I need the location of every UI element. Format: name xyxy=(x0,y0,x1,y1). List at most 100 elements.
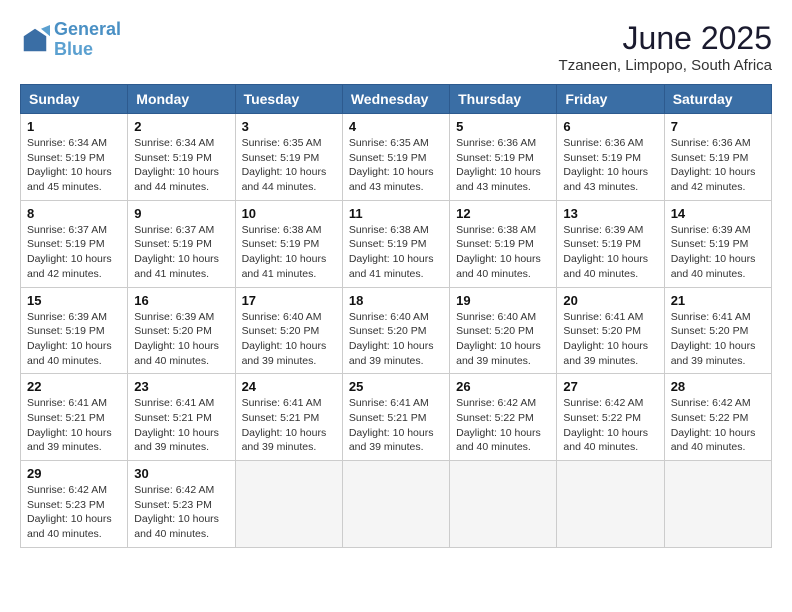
logo-text: General Blue xyxy=(54,20,121,60)
day-number: 1 xyxy=(27,119,121,134)
sunset-label: Sunset: 5:19 PM xyxy=(671,238,749,250)
day-number: 25 xyxy=(349,379,443,394)
sunrise-label: Sunrise: 6:39 AM xyxy=(563,224,643,236)
day-info: Sunrise: 6:42 AM Sunset: 5:22 PM Dayligh… xyxy=(456,396,550,455)
sunrise-label: Sunrise: 6:38 AM xyxy=(242,224,322,236)
daylight-label: Daylight: 10 hours and 40 minutes. xyxy=(456,427,541,454)
sunrise-label: Sunrise: 6:40 AM xyxy=(349,311,429,323)
day-info: Sunrise: 6:40 AM Sunset: 5:20 PM Dayligh… xyxy=(456,310,550,369)
daylight-label: Daylight: 10 hours and 43 minutes. xyxy=(456,166,541,193)
sunrise-label: Sunrise: 6:42 AM xyxy=(456,397,536,409)
day-number: 30 xyxy=(134,466,228,481)
sunset-label: Sunset: 5:19 PM xyxy=(349,152,427,164)
day-info: Sunrise: 6:36 AM Sunset: 5:19 PM Dayligh… xyxy=(671,136,765,195)
calendar-cell: 15 Sunrise: 6:39 AM Sunset: 5:19 PM Dayl… xyxy=(21,287,128,374)
calendar-cell: 10 Sunrise: 6:38 AM Sunset: 5:19 PM Dayl… xyxy=(235,200,342,287)
sunset-label: Sunset: 5:19 PM xyxy=(27,238,105,250)
day-info: Sunrise: 6:38 AM Sunset: 5:19 PM Dayligh… xyxy=(456,223,550,282)
calendar-cell: 4 Sunrise: 6:35 AM Sunset: 5:19 PM Dayli… xyxy=(342,114,449,201)
week-row-3: 15 Sunrise: 6:39 AM Sunset: 5:19 PM Dayl… xyxy=(21,287,772,374)
weekday-header-thursday: Thursday xyxy=(450,85,557,114)
day-info: Sunrise: 6:40 AM Sunset: 5:20 PM Dayligh… xyxy=(242,310,336,369)
sunrise-label: Sunrise: 6:41 AM xyxy=(27,397,107,409)
sunset-label: Sunset: 5:21 PM xyxy=(242,412,320,424)
day-number: 22 xyxy=(27,379,121,394)
sunrise-label: Sunrise: 6:36 AM xyxy=(456,137,536,149)
sunrise-label: Sunrise: 6:41 AM xyxy=(563,311,643,323)
logo: General Blue xyxy=(20,20,121,60)
day-info: Sunrise: 6:42 AM Sunset: 5:23 PM Dayligh… xyxy=(27,483,121,542)
calendar-cell: 13 Sunrise: 6:39 AM Sunset: 5:19 PM Dayl… xyxy=(557,200,664,287)
day-info: Sunrise: 6:42 AM Sunset: 5:22 PM Dayligh… xyxy=(563,396,657,455)
daylight-label: Daylight: 10 hours and 40 minutes. xyxy=(563,253,648,280)
calendar-cell: 28 Sunrise: 6:42 AM Sunset: 5:22 PM Dayl… xyxy=(664,374,771,461)
sunrise-label: Sunrise: 6:38 AM xyxy=(456,224,536,236)
calendar-cell: 18 Sunrise: 6:40 AM Sunset: 5:20 PM Dayl… xyxy=(342,287,449,374)
calendar-cell: 27 Sunrise: 6:42 AM Sunset: 5:22 PM Dayl… xyxy=(557,374,664,461)
day-number: 23 xyxy=(134,379,228,394)
weekday-header-wednesday: Wednesday xyxy=(342,85,449,114)
daylight-label: Daylight: 10 hours and 39 minutes. xyxy=(27,427,112,454)
day-number: 29 xyxy=(27,466,121,481)
daylight-label: Daylight: 10 hours and 39 minutes. xyxy=(242,340,327,367)
calendar-cell: 9 Sunrise: 6:37 AM Sunset: 5:19 PM Dayli… xyxy=(128,200,235,287)
weekday-header-sunday: Sunday xyxy=(21,85,128,114)
calendar-cell xyxy=(450,461,557,548)
sunset-label: Sunset: 5:19 PM xyxy=(456,152,534,164)
calendar-cell: 8 Sunrise: 6:37 AM Sunset: 5:19 PM Dayli… xyxy=(21,200,128,287)
day-number: 2 xyxy=(134,119,228,134)
month-title: June 2025 xyxy=(559,20,772,57)
sunset-label: Sunset: 5:19 PM xyxy=(563,238,641,250)
day-info: Sunrise: 6:37 AM Sunset: 5:19 PM Dayligh… xyxy=(27,223,121,282)
sunrise-label: Sunrise: 6:34 AM xyxy=(134,137,214,149)
daylight-label: Daylight: 10 hours and 40 minutes. xyxy=(671,253,756,280)
sunrise-label: Sunrise: 6:40 AM xyxy=(456,311,536,323)
day-number: 26 xyxy=(456,379,550,394)
sunset-label: Sunset: 5:20 PM xyxy=(456,325,534,337)
day-info: Sunrise: 6:36 AM Sunset: 5:19 PM Dayligh… xyxy=(456,136,550,195)
day-info: Sunrise: 6:41 AM Sunset: 5:20 PM Dayligh… xyxy=(671,310,765,369)
day-number: 11 xyxy=(349,206,443,221)
day-info: Sunrise: 6:41 AM Sunset: 5:21 PM Dayligh… xyxy=(242,396,336,455)
title-block: June 2025 Tzaneen, Limpopo, South Africa xyxy=(559,20,772,74)
calendar-cell: 23 Sunrise: 6:41 AM Sunset: 5:21 PM Dayl… xyxy=(128,374,235,461)
sunset-label: Sunset: 5:23 PM xyxy=(27,499,105,511)
day-number: 10 xyxy=(242,206,336,221)
day-number: 6 xyxy=(563,119,657,134)
calendar-cell: 14 Sunrise: 6:39 AM Sunset: 5:19 PM Dayl… xyxy=(664,200,771,287)
sunrise-label: Sunrise: 6:34 AM xyxy=(27,137,107,149)
day-info: Sunrise: 6:35 AM Sunset: 5:19 PM Dayligh… xyxy=(242,136,336,195)
sunrise-label: Sunrise: 6:38 AM xyxy=(349,224,429,236)
day-number: 4 xyxy=(349,119,443,134)
week-row-4: 22 Sunrise: 6:41 AM Sunset: 5:21 PM Dayl… xyxy=(21,374,772,461)
day-info: Sunrise: 6:42 AM Sunset: 5:23 PM Dayligh… xyxy=(134,483,228,542)
day-number: 21 xyxy=(671,293,765,308)
day-number: 20 xyxy=(563,293,657,308)
sunset-label: Sunset: 5:20 PM xyxy=(671,325,749,337)
daylight-label: Daylight: 10 hours and 41 minutes. xyxy=(134,253,219,280)
day-info: Sunrise: 6:41 AM Sunset: 5:20 PM Dayligh… xyxy=(563,310,657,369)
calendar-cell xyxy=(557,461,664,548)
day-number: 18 xyxy=(349,293,443,308)
sunset-label: Sunset: 5:20 PM xyxy=(563,325,641,337)
calendar-cell: 24 Sunrise: 6:41 AM Sunset: 5:21 PM Dayl… xyxy=(235,374,342,461)
daylight-label: Daylight: 10 hours and 39 minutes. xyxy=(349,340,434,367)
day-number: 8 xyxy=(27,206,121,221)
day-info: Sunrise: 6:41 AM Sunset: 5:21 PM Dayligh… xyxy=(27,396,121,455)
sunset-label: Sunset: 5:19 PM xyxy=(349,238,427,250)
sunset-label: Sunset: 5:19 PM xyxy=(456,238,534,250)
calendar-cell: 5 Sunrise: 6:36 AM Sunset: 5:19 PM Dayli… xyxy=(450,114,557,201)
daylight-label: Daylight: 10 hours and 39 minutes. xyxy=(134,427,219,454)
sunrise-label: Sunrise: 6:36 AM xyxy=(563,137,643,149)
daylight-label: Daylight: 10 hours and 42 minutes. xyxy=(671,166,756,193)
sunrise-label: Sunrise: 6:41 AM xyxy=(134,397,214,409)
day-info: Sunrise: 6:38 AM Sunset: 5:19 PM Dayligh… xyxy=(242,223,336,282)
daylight-label: Daylight: 10 hours and 39 minutes. xyxy=(456,340,541,367)
daylight-label: Daylight: 10 hours and 42 minutes. xyxy=(27,253,112,280)
day-info: Sunrise: 6:34 AM Sunset: 5:19 PM Dayligh… xyxy=(27,136,121,195)
daylight-label: Daylight: 10 hours and 41 minutes. xyxy=(242,253,327,280)
daylight-label: Daylight: 10 hours and 41 minutes. xyxy=(349,253,434,280)
calendar-cell: 30 Sunrise: 6:42 AM Sunset: 5:23 PM Dayl… xyxy=(128,461,235,548)
day-number: 5 xyxy=(456,119,550,134)
day-info: Sunrise: 6:40 AM Sunset: 5:20 PM Dayligh… xyxy=(349,310,443,369)
